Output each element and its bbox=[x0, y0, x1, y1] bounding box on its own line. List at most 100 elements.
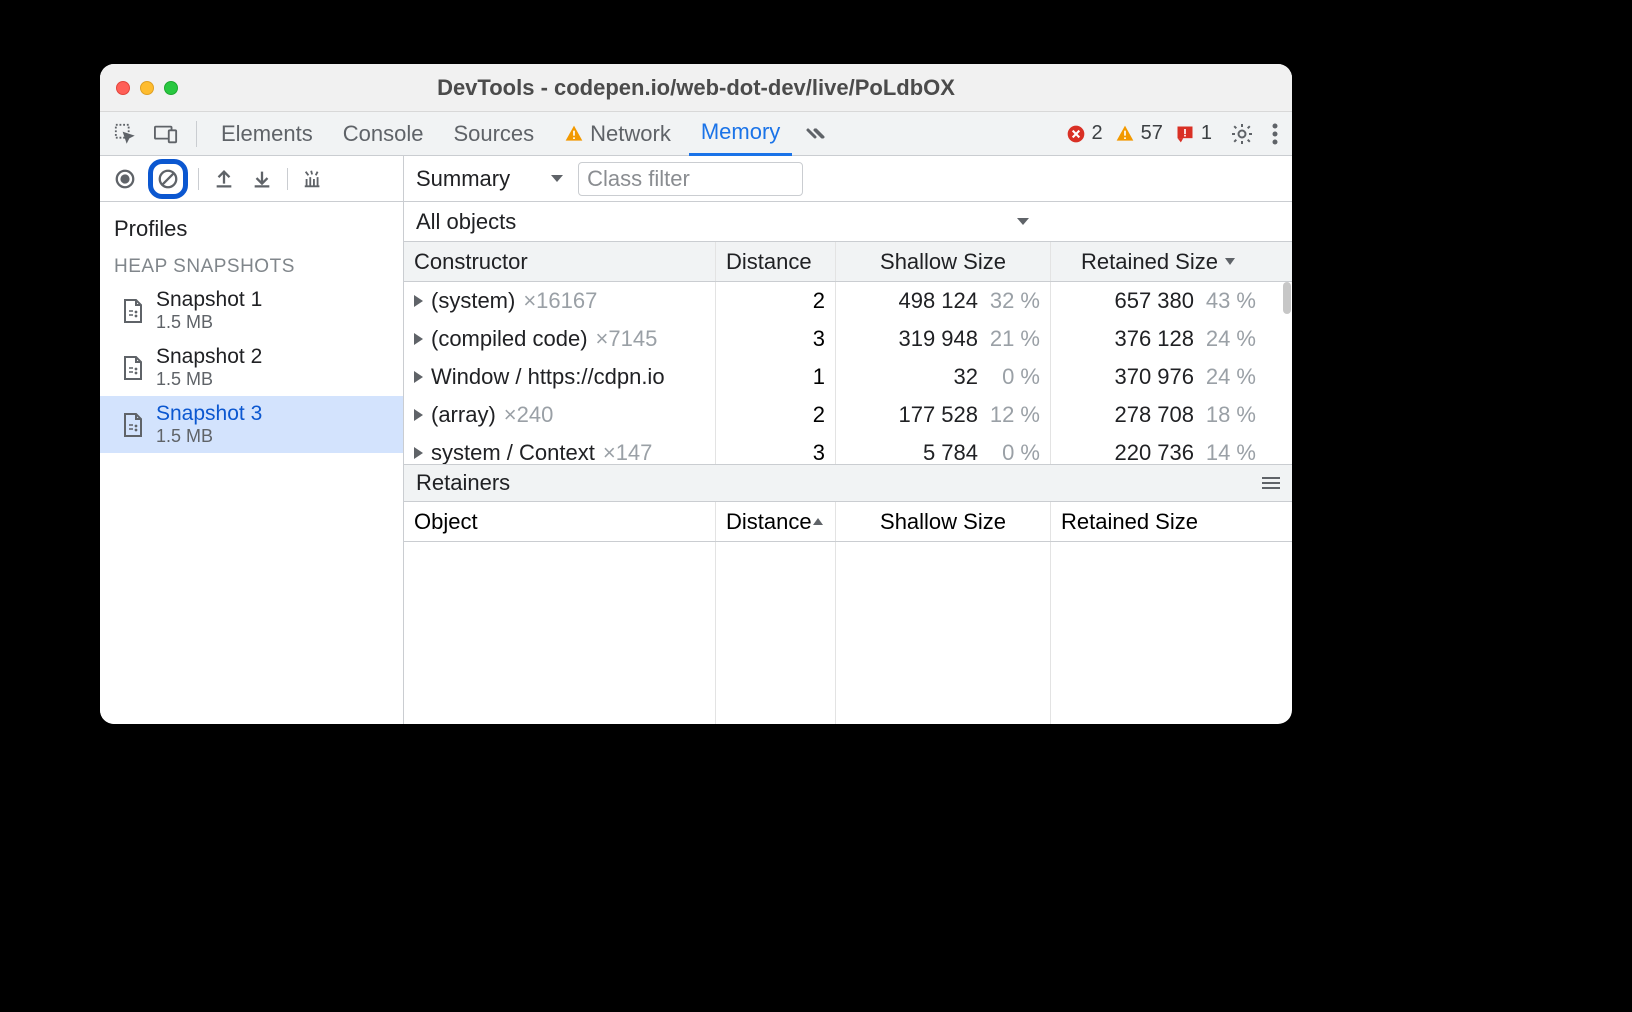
retained-cell: 657 38043 % bbox=[1051, 282, 1266, 320]
clear-button-highlight bbox=[148, 159, 188, 199]
snapshot-text: Snapshot 31.5 MB bbox=[156, 402, 262, 447]
snapshot-size: 1.5 MB bbox=[156, 426, 262, 447]
constructor-grid: Constructor Distance Shallow Size Retain… bbox=[404, 242, 1292, 724]
retained-cell: 370 97624 % bbox=[1051, 358, 1266, 396]
retainers-grid-header: Object Distance Shallow Size Retained Si… bbox=[404, 502, 1292, 542]
constructor-name: (system) bbox=[431, 288, 515, 314]
constructor-row[interactable]: system / Context ×14735 7840 %220 73614 … bbox=[404, 434, 1292, 464]
heap-snapshots-label: HEAP SNAPSHOTS bbox=[100, 246, 403, 282]
minimize-window-button[interactable] bbox=[140, 81, 154, 95]
issues-badge[interactable]: 1 bbox=[1175, 122, 1218, 145]
snapshot-text: Snapshot 11.5 MB bbox=[156, 288, 262, 333]
tab-console[interactable]: Console bbox=[331, 112, 436, 156]
upload-button[interactable] bbox=[209, 164, 239, 194]
divider bbox=[287, 168, 288, 190]
close-window-button[interactable] bbox=[116, 81, 130, 95]
window-title: DevTools - codepen.io/web-dot-dev/live/P… bbox=[100, 75, 1292, 101]
col-retained[interactable]: Retained Size bbox=[1051, 242, 1266, 281]
constructor-count: ×240 bbox=[504, 402, 554, 428]
shallow-cell: 498 12432 % bbox=[836, 282, 1051, 320]
retainers-label: Retainers bbox=[416, 470, 510, 496]
devtools-window: DevTools - codepen.io/web-dot-dev/live/P… bbox=[100, 64, 1292, 724]
expand-icon[interactable] bbox=[414, 295, 423, 307]
warning-badge[interactable]: 57 bbox=[1115, 122, 1169, 145]
retain-col-shallow[interactable]: Shallow Size bbox=[836, 502, 1051, 541]
traffic-lights bbox=[116, 81, 178, 95]
tab-network[interactable]: Network bbox=[552, 112, 683, 156]
chevron-down-icon bbox=[550, 174, 564, 184]
tab-elements[interactable]: Elements bbox=[209, 112, 325, 156]
summary-dropdown[interactable]: Summary bbox=[416, 166, 564, 192]
maximize-window-button[interactable] bbox=[164, 81, 178, 95]
snapshot-item[interactable]: Snapshot 31.5 MB bbox=[100, 396, 403, 453]
constructor-cell: system / Context ×147 bbox=[404, 434, 716, 464]
distance-cell: 3 bbox=[716, 320, 836, 358]
retainers-body bbox=[404, 542, 1292, 724]
class-filter-input[interactable] bbox=[578, 162, 803, 196]
retain-col-object[interactable]: Object bbox=[404, 502, 716, 541]
expand-icon[interactable] bbox=[414, 371, 423, 383]
constructor-name: system / Context bbox=[431, 440, 595, 464]
distance-cell: 2 bbox=[716, 282, 836, 320]
shallow-cell: 320 % bbox=[836, 358, 1051, 396]
more-tabs-icon[interactable] bbox=[798, 112, 834, 156]
expand-icon[interactable] bbox=[414, 409, 423, 421]
col-shallow[interactable]: Shallow Size bbox=[836, 242, 1051, 281]
constructor-name: Window / https://cdpn.io bbox=[431, 364, 665, 390]
profiles-label: Profiles bbox=[100, 202, 403, 246]
constructor-row[interactable]: (compiled code) ×71453319 94821 %376 128… bbox=[404, 320, 1292, 358]
issues-count: 1 bbox=[1201, 122, 1212, 145]
col-distance[interactable]: Distance bbox=[716, 242, 836, 281]
constructor-cell: (system) ×16167 bbox=[404, 282, 716, 320]
retained-cell: 278 70818 % bbox=[1051, 396, 1266, 434]
clear-all-button[interactable] bbox=[155, 166, 181, 192]
grid-body[interactable]: (system) ×161672498 12432 %657 38043 %(c… bbox=[404, 282, 1292, 464]
settings-icon[interactable] bbox=[1224, 112, 1260, 156]
retain-col-distance-label: Distance bbox=[726, 509, 812, 535]
divider bbox=[198, 168, 199, 190]
garbage-collect-button[interactable] bbox=[298, 164, 328, 194]
tab-sources[interactable]: Sources bbox=[441, 112, 546, 156]
inspect-element-icon[interactable] bbox=[108, 112, 142, 156]
retain-col-retained[interactable]: Retained Size bbox=[1051, 502, 1266, 541]
scrollbar[interactable] bbox=[1283, 282, 1291, 314]
snapshot-item[interactable]: Snapshot 11.5 MB bbox=[100, 282, 403, 339]
device-toggle-icon[interactable] bbox=[148, 112, 184, 156]
retain-col-distance[interactable]: Distance bbox=[716, 502, 836, 541]
record-button[interactable] bbox=[110, 164, 140, 194]
retainers-header: Retainers bbox=[404, 464, 1292, 502]
distance-cell: 2 bbox=[716, 396, 836, 434]
expand-icon[interactable] bbox=[414, 447, 423, 459]
constructor-row[interactable]: (array) ×2402177 52812 %278 70818 % bbox=[404, 396, 1292, 434]
kebab-menu-icon[interactable] bbox=[1266, 112, 1284, 156]
all-objects-dropdown[interactable]: All objects bbox=[404, 202, 1292, 242]
snapshot-file-icon bbox=[122, 298, 144, 324]
error-badge[interactable]: 2 bbox=[1066, 122, 1109, 145]
col-constructor[interactable]: Constructor bbox=[404, 242, 716, 281]
constructor-count: ×16167 bbox=[523, 288, 597, 314]
snapshot-name: Snapshot 3 bbox=[156, 402, 262, 426]
tab-memory[interactable]: Memory bbox=[689, 112, 792, 156]
retainers-menu-icon[interactable] bbox=[1262, 477, 1280, 489]
constructor-count: ×7145 bbox=[596, 326, 658, 352]
snapshot-size: 1.5 MB bbox=[156, 312, 262, 333]
shallow-cell: 5 7840 % bbox=[836, 434, 1051, 464]
grid-header: Constructor Distance Shallow Size Retain… bbox=[404, 242, 1292, 282]
main-area: Profiles HEAP SNAPSHOTS Snapshot 11.5 MB… bbox=[100, 156, 1292, 724]
retained-cell: 376 12824 % bbox=[1051, 320, 1266, 358]
warning-icon bbox=[564, 124, 584, 144]
summary-label: Summary bbox=[416, 166, 510, 192]
constructor-row[interactable]: Window / https://cdpn.io1320 %370 97624 … bbox=[404, 358, 1292, 396]
error-count: 2 bbox=[1092, 122, 1103, 145]
download-button[interactable] bbox=[247, 164, 277, 194]
snapshot-text: Snapshot 21.5 MB bbox=[156, 345, 262, 390]
constructor-row[interactable]: (system) ×161672498 12432 %657 38043 % bbox=[404, 282, 1292, 320]
titlebar: DevTools - codepen.io/web-dot-dev/live/P… bbox=[100, 64, 1292, 112]
divider bbox=[196, 121, 197, 147]
expand-icon[interactable] bbox=[414, 333, 423, 345]
snapshot-item[interactable]: Snapshot 21.5 MB bbox=[100, 339, 403, 396]
profiles-sidebar: Profiles HEAP SNAPSHOTS Snapshot 11.5 MB… bbox=[100, 156, 404, 724]
constructor-name: (array) bbox=[431, 402, 496, 428]
constructor-count: ×147 bbox=[603, 440, 653, 464]
constructor-cell: (array) ×240 bbox=[404, 396, 716, 434]
